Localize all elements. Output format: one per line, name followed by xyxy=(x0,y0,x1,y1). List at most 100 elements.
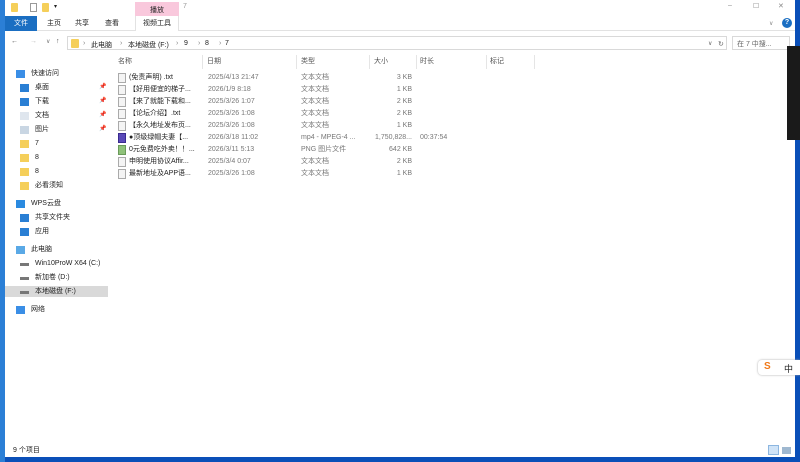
sidebar-item-label: 网络 xyxy=(31,306,45,313)
details-view-button[interactable] xyxy=(768,445,779,455)
column-header-tags[interactable]: 标记 xyxy=(487,55,535,69)
sidebar-item[interactable]: 7 xyxy=(5,138,108,149)
ime-toolbar[interactable]: S 中 xyxy=(758,360,800,375)
floating-panel xyxy=(787,46,800,140)
sidebar-item[interactable]: 此电脑 xyxy=(5,244,108,255)
file-type: PNG 图片文件 xyxy=(301,146,347,153)
file-row[interactable]: (免责声明) .txt 2025/4/13 21:47 文本文档 3 KB xyxy=(115,72,535,84)
drive-icon xyxy=(20,277,29,280)
sidebar-item-label: 新加卷 (D:) xyxy=(35,274,70,281)
search-input[interactable]: 在 7 中搜... xyxy=(732,36,790,50)
file-size: 2 KB xyxy=(396,158,412,165)
file-name: 【来了就能下载和... xyxy=(129,98,191,105)
forward-button[interactable]: → xyxy=(30,38,37,45)
sidebar-item-label: 此电脑 xyxy=(31,246,52,253)
minimize-button[interactable]: – xyxy=(728,2,732,9)
sidebar-item-label: WPS云盘 xyxy=(31,200,61,207)
maximize-button[interactable]: ☐ xyxy=(753,2,759,10)
properties-icon[interactable] xyxy=(30,3,37,12)
breadcrumb-8[interactable]: 8 xyxy=(205,40,209,47)
address-bar[interactable]: › 此电脑 › 本地磁盘 (F:) › 9 › 8 › 7 ∨ ↻ xyxy=(67,36,727,50)
expand-ribbon-icon[interactable]: ∨ xyxy=(769,20,773,27)
breadcrumb-this-pc[interactable]: 此电脑 xyxy=(91,40,112,50)
sidebar-item[interactable]: 桌面 📌 xyxy=(5,82,108,93)
file-row[interactable]: 最新地址及APP语... 2025/3/26 1:08 文本文档 1 KB xyxy=(115,168,535,180)
file-size: 1 KB xyxy=(396,86,412,93)
back-button[interactable]: ← xyxy=(11,38,18,45)
new-folder-icon[interactable] xyxy=(42,3,49,12)
sidebar-item[interactable]: 下载 📌 xyxy=(5,96,108,107)
file-type: 文本文档 xyxy=(301,74,329,81)
column-header-size[interactable]: 大小 xyxy=(371,55,417,69)
file-size: 2 KB xyxy=(396,98,412,105)
sidebar-item[interactable]: Win10ProW X64 (C:) xyxy=(5,258,108,269)
text-file-icon xyxy=(118,109,126,119)
apps-icon xyxy=(20,228,29,236)
ime-mode-label[interactable]: 中 xyxy=(784,362,793,375)
tab-video-tools[interactable]: 视频工具 xyxy=(135,16,179,31)
file-name: 最新地址及APP语... xyxy=(129,170,191,177)
file-row[interactable]: 申明使用协议Affir... 2025/3/4 0:07 文本文档 2 KB xyxy=(115,156,535,168)
file-type: 文本文档 xyxy=(301,110,329,117)
file-row[interactable]: ●顶级绿帽夫妻【... 2026/3/18 11:02 mp4 - MPEG-4 .… xyxy=(115,132,535,144)
tab-file[interactable]: 文件 xyxy=(5,16,37,31)
sidebar-item[interactable]: 8 xyxy=(5,152,108,163)
file-date: 2025/3/26 1:08 xyxy=(208,122,255,129)
file-row[interactable]: 【来了就能下载和... 2025/3/26 1:07 文本文档 2 KB xyxy=(115,96,535,108)
drive-icon xyxy=(20,263,29,266)
star-icon xyxy=(16,70,25,78)
file-row[interactable]: 【论坛介绍】.txt 2025/3/26 1:08 文本文档 2 KB xyxy=(115,108,535,120)
column-header-type[interactable]: 类型 xyxy=(298,55,370,69)
file-size: 642 KB xyxy=(389,146,412,153)
sidebar-item[interactable]: 必看须知 xyxy=(5,180,108,191)
sidebar-item[interactable]: 文档 📌 xyxy=(5,110,108,121)
sidebar-item[interactable]: 新加卷 (D:) xyxy=(5,272,108,283)
title-bar: ▾ 7 – ☐ ✕ xyxy=(5,0,795,16)
sidebar-item[interactable]: 网络 xyxy=(5,304,108,315)
file-row[interactable]: 【好用便宜的梯子... 2026/1/9 8:18 文本文档 1 KB xyxy=(115,84,535,96)
sidebar-item-label: 文档 xyxy=(35,112,49,119)
breadcrumb-9[interactable]: 9 xyxy=(184,40,188,47)
sidebar-item[interactable]: WPS云盘 xyxy=(5,198,108,209)
file-type: 文本文档 xyxy=(301,98,329,105)
sidebar-item[interactable]: 应用 xyxy=(5,226,108,237)
column-header-duration[interactable]: 时长 xyxy=(417,55,487,69)
close-button[interactable]: ✕ xyxy=(778,2,784,10)
text-file-icon xyxy=(118,85,126,95)
breadcrumb-7[interactable]: 7 xyxy=(225,40,229,47)
large-icons-view-button[interactable] xyxy=(782,447,791,454)
sidebar-item-label: 8 xyxy=(35,154,39,161)
tab-share[interactable]: 共享 xyxy=(70,16,94,31)
tab-home[interactable]: 主页 xyxy=(42,16,66,31)
sidebar-item-label: 应用 xyxy=(35,228,49,235)
cloud-icon xyxy=(16,200,25,208)
up-button[interactable]: ↑ xyxy=(56,38,60,45)
customize-toolbar-icon[interactable]: ▾ xyxy=(54,3,57,10)
file-row[interactable]: 【永久地址发布页... 2025/3/26 1:08 文本文档 1 KB xyxy=(115,120,535,132)
column-header-name[interactable]: 名称 xyxy=(115,55,203,69)
share-icon xyxy=(20,214,29,222)
sidebar-item[interactable]: 共享文件夹 xyxy=(5,212,108,223)
breadcrumb-drive-f[interactable]: 本地磁盘 (F:) xyxy=(128,40,169,50)
refresh-icon[interactable]: ↻ xyxy=(718,40,724,48)
recent-locations-icon[interactable]: ∨ xyxy=(46,38,50,45)
address-dropdown-icon[interactable]: ∨ xyxy=(708,40,712,47)
sidebar-item[interactable]: 8 xyxy=(5,166,108,177)
help-icon[interactable]: ? xyxy=(782,18,792,28)
file-date: 2025/4/13 21:47 xyxy=(208,74,259,81)
folder-icon xyxy=(20,168,29,176)
tab-view[interactable]: 查看 xyxy=(100,16,124,31)
file-row[interactable]: 0元免费吃外卖！！... 2026/3/11 5:13 PNG 图片文件 642 KB xyxy=(115,144,535,156)
file-date: 2026/3/11 5:13 xyxy=(208,146,255,153)
sidebar-item[interactable]: 本地磁盘 (F:) xyxy=(5,286,108,297)
navigation-bar: ← → ∨ ↑ › 此电脑 › 本地磁盘 (F:) › 9 › 8 › 7 ∨ … xyxy=(5,35,795,52)
column-header-date[interactable]: 日期 xyxy=(204,55,297,69)
file-date: 2025/3/4 0:07 xyxy=(208,158,251,165)
folder-icon xyxy=(20,140,29,148)
pin-icon: 📌 xyxy=(99,84,107,90)
file-name: 【好用便宜的梯子... xyxy=(129,86,191,93)
sidebar-item[interactable]: 快速访问 xyxy=(5,68,108,79)
pin-icon: 📌 xyxy=(99,112,107,118)
sidebar-item[interactable]: 图片 📌 xyxy=(5,124,108,135)
navigation-pane: 快速访问桌面 📌 下载 📌 文档 📌 图片 📌 7 8 8 必看须知 WPS云盘共享文件夹应用此电脑 Wi… xyxy=(5,60,109,440)
